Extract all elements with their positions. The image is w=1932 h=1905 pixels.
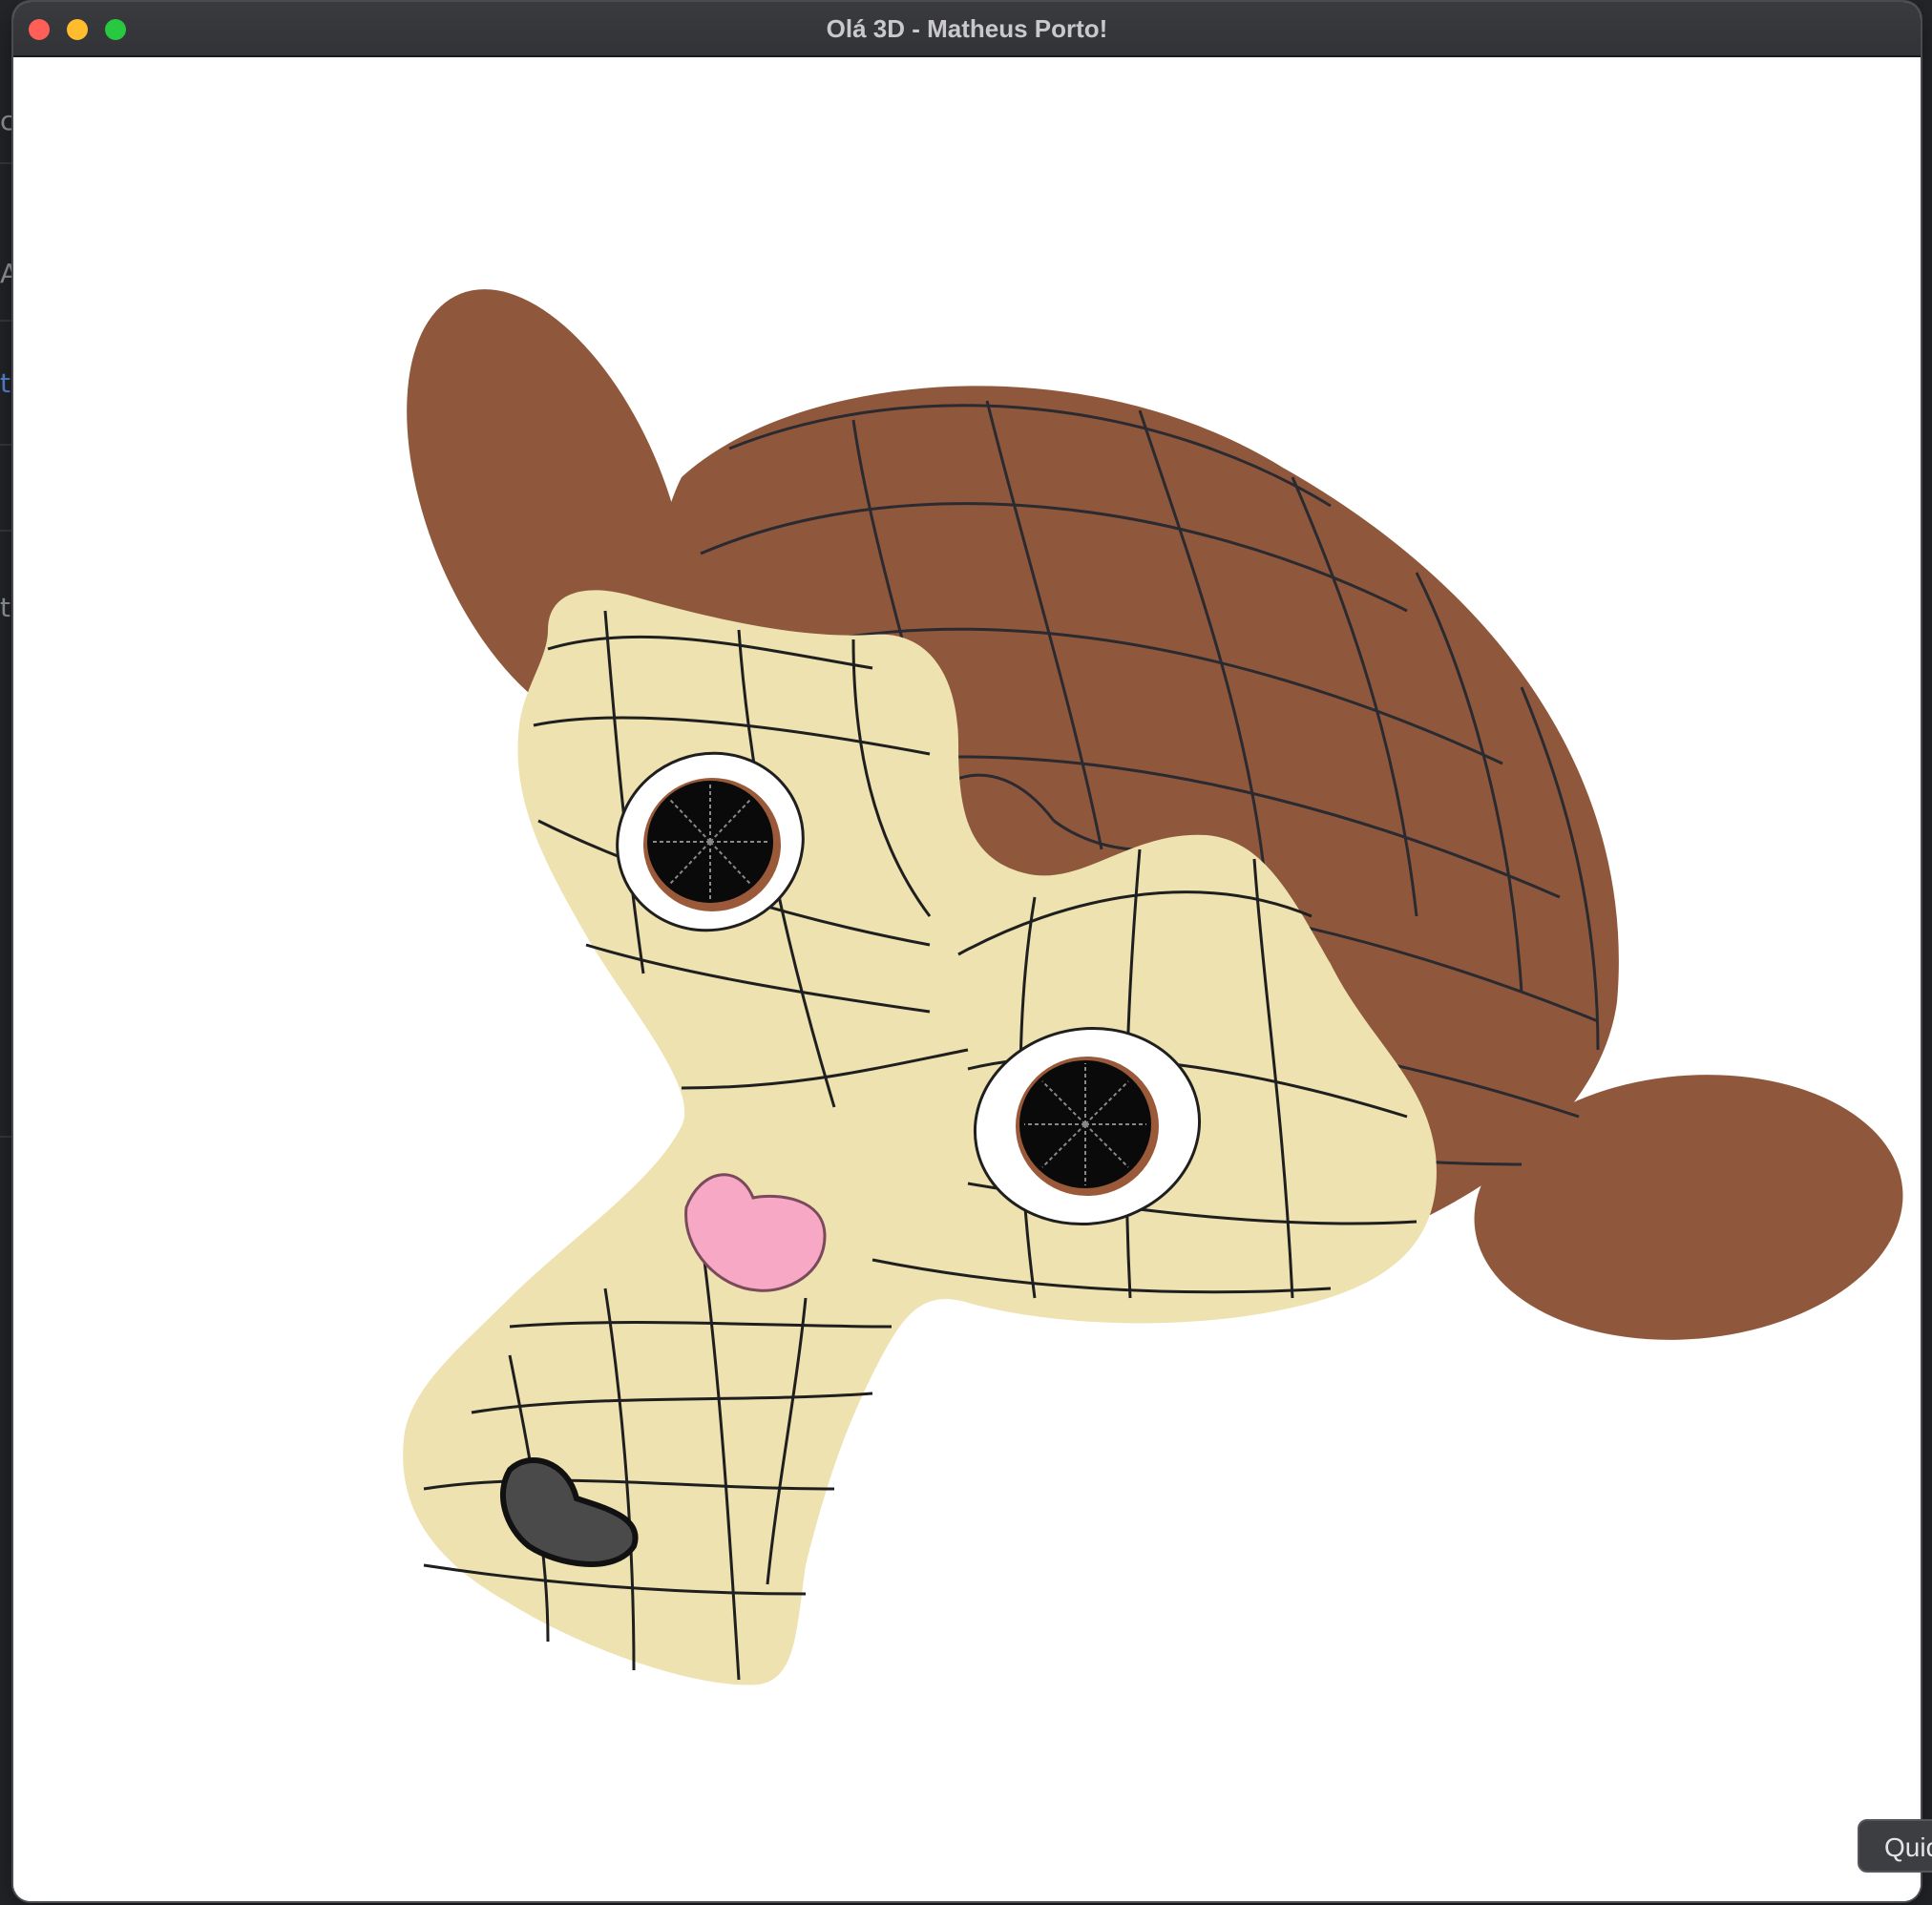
background-divider (0, 1136, 13, 1138)
background-divider (0, 530, 13, 532)
render-viewport[interactable] (13, 57, 1921, 1901)
window-title: Olá 3D - Matheus Porto! (826, 14, 1108, 43)
background-link: t (0, 367, 10, 399)
background-divider (0, 162, 13, 164)
quit-button[interactable]: Quic (1858, 1819, 1932, 1873)
app-window: Olá 3D - Matheus Porto! (13, 2, 1921, 1901)
background-text: t (0, 592, 10, 623)
background-divider (0, 320, 13, 322)
monkey-render (403, 289, 1903, 1685)
background-divider (0, 444, 13, 446)
title-bar[interactable]: Olá 3D - Matheus Porto! (13, 2, 1921, 57)
